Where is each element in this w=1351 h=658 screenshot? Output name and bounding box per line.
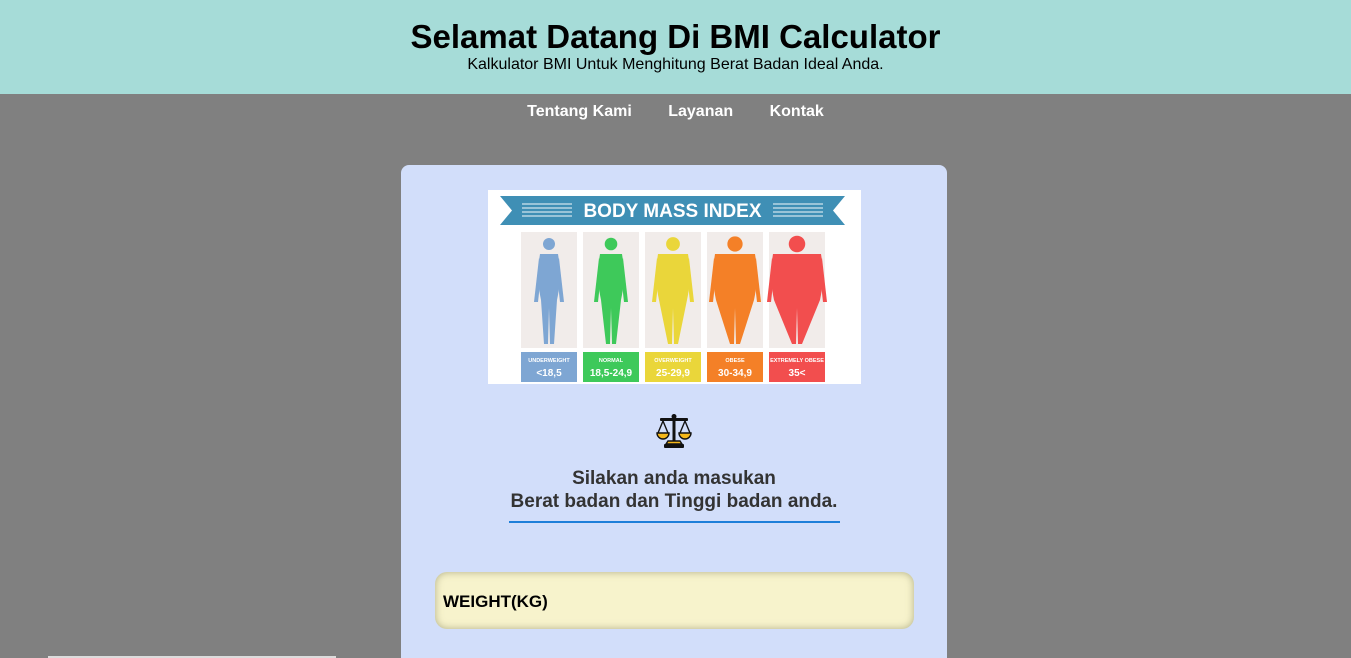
bmi-banner-text: BODY MASS INDEX bbox=[583, 201, 761, 222]
nav-link-about[interactable]: Tentang Kami bbox=[527, 103, 632, 121]
category-range: 18,5-24,9 bbox=[590, 368, 633, 379]
category-name: EXTREMELY OBESE bbox=[770, 358, 824, 364]
bmi-card: BODY MASS INDEX UNDERWEIGHT <18,5 NORMAL 18… bbox=[401, 165, 947, 658]
nav-link-services[interactable]: Layanan bbox=[668, 103, 733, 121]
bmi-banner: BODY MASS INDEX bbox=[500, 196, 845, 225]
page-header: Selamat Datang Di BMI Calculator Kalkula… bbox=[0, 0, 1351, 94]
instruction-line-2: Berat badan dan Tinggi badan anda. bbox=[510, 491, 838, 512]
divider-line bbox=[509, 521, 840, 523]
figure-head bbox=[727, 236, 743, 252]
category-range: 25-29,9 bbox=[656, 368, 690, 379]
category-name: OVERWEIGHT bbox=[654, 358, 692, 364]
weight-input[interactable]: WEIGHT(KG) bbox=[435, 572, 914, 629]
page-subtitle: Kalkulator BMI Untuk Menghitung Berat Ba… bbox=[467, 56, 884, 73]
bmi-figures: UNDERWEIGHT <18,5 NORMAL 18,5-24,9 OVERWEIGH… bbox=[521, 232, 827, 382]
instruction-text: Silakan anda masukan Berat badan dan Tin… bbox=[401, 467, 947, 513]
main-nav: Tentang Kami Layanan Kontak bbox=[0, 103, 1351, 121]
instruction-line-1: Silakan anda masukan bbox=[572, 468, 776, 489]
nav-link-contact[interactable]: Kontak bbox=[770, 103, 824, 121]
category-range: 30-34,9 bbox=[718, 368, 752, 379]
category-range: <18,5 bbox=[536, 368, 562, 379]
category-name: OBESE bbox=[725, 358, 745, 364]
figure-head bbox=[604, 237, 618, 251]
weight-label: WEIGHT(KG) bbox=[443, 592, 548, 611]
category-name: UNDERWEIGHT bbox=[528, 358, 570, 364]
category-name: NORMAL bbox=[599, 358, 624, 364]
figure-head bbox=[788, 235, 806, 253]
page-title: Selamat Datang Di BMI Calculator bbox=[410, 18, 941, 55]
scale-balance-icon bbox=[656, 414, 692, 448]
category-range: 35< bbox=[789, 368, 806, 379]
bmi-chart-image: BODY MASS INDEX UNDERWEIGHT <18,5 NORMAL 18… bbox=[488, 190, 861, 384]
figure-head bbox=[666, 237, 680, 251]
figure-head bbox=[543, 238, 555, 250]
